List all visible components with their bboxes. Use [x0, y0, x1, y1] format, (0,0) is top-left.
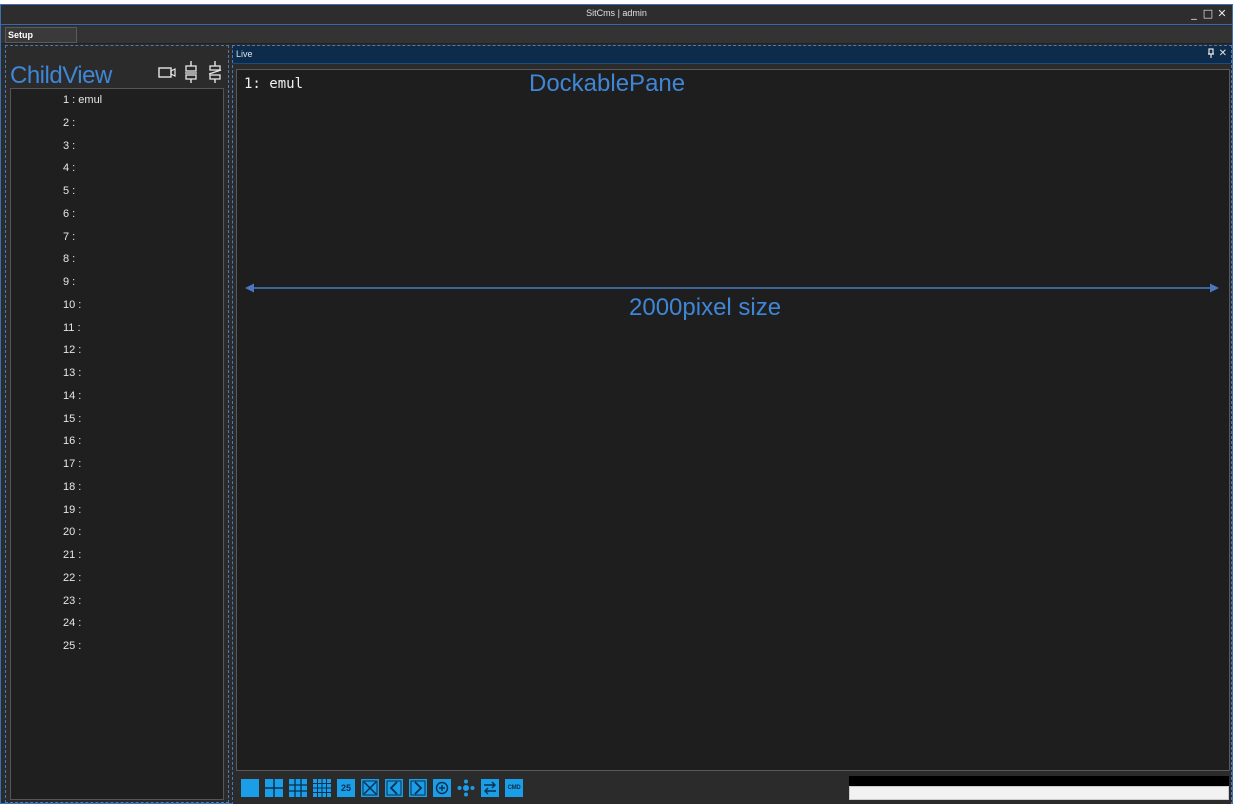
status-bar-top [849, 776, 1229, 786]
pane-header[interactable]: Live ✕ [233, 46, 1231, 64]
list-item[interactable]: 16 : [11, 430, 223, 452]
pin-icon[interactable] [1207, 48, 1215, 62]
pane-title: Live [236, 49, 253, 59]
layout-9-icon[interactable] [289, 779, 307, 797]
list-item[interactable]: 9 : [11, 271, 223, 293]
menu-bar: Setup [1, 26, 1232, 44]
list-item[interactable]: 19 : [11, 499, 223, 521]
layout-1-icon[interactable] [241, 779, 259, 797]
list-item[interactable]: 24 : [11, 612, 223, 634]
bottom-toolbar: 25 CMD [236, 773, 1230, 803]
switch-icon[interactable] [481, 779, 499, 797]
dockablepane-annotation: DockablePane [529, 70, 686, 97]
prev-icon[interactable] [385, 779, 403, 797]
list-item[interactable]: 6 : [11, 203, 223, 225]
list-item[interactable]: 2 : [11, 112, 223, 134]
close-button[interactable]: ✕ [1216, 6, 1228, 22]
maximize-button[interactable]: □ [1202, 6, 1214, 22]
list-item[interactable]: 5 : [11, 180, 223, 202]
layout-4-icon[interactable] [265, 779, 283, 797]
size-annotation: 2000pixel size [629, 294, 782, 321]
list-item[interactable]: 22 : [11, 567, 223, 589]
list-item[interactable]: 7 : [11, 226, 223, 248]
layout-25-icon[interactable]: 25 [337, 779, 355, 797]
minimize-button[interactable]: _ [1188, 6, 1200, 22]
list-item[interactable]: 3 : [11, 135, 223, 157]
list-item[interactable]: 12 : [11, 339, 223, 361]
add-icon[interactable] [433, 779, 451, 797]
camera-icon[interactable] [158, 61, 176, 83]
list-item[interactable]: 8 : [11, 248, 223, 270]
menu-setup[interactable]: Setup [5, 27, 77, 43]
list-item[interactable]: 4 : [11, 157, 223, 179]
list-item[interactable]: 13 : [11, 362, 223, 384]
channel-list[interactable]: 1 : emul 2 :3 :4 :5 :6 :7 :8 :9 :10 :11 :… [10, 88, 224, 800]
channel-label: 1: emul [244, 76, 304, 92]
list-item[interactable]: 17 : [11, 453, 223, 475]
list-item[interactable]: 21 : [11, 544, 223, 566]
connector-icon[interactable] [182, 61, 200, 83]
pane-close-button[interactable]: ✕ [1219, 48, 1227, 60]
list-item[interactable]: 18 : [11, 476, 223, 498]
ptz-icon[interactable] [457, 779, 475, 797]
disconnect-icon[interactable] [206, 61, 224, 83]
cmd-icon[interactable]: CMD [505, 779, 523, 797]
list-item[interactable]: 14 : [11, 385, 223, 407]
childview-toolbar [158, 61, 224, 83]
width-arrow-icon [245, 283, 1219, 293]
childview-annotation: ChildView [10, 62, 112, 89]
list-item[interactable]: 11 : [11, 317, 223, 339]
cmd-label: CMD [507, 785, 521, 791]
status-bar-bottom [849, 786, 1229, 800]
child-view: ChildView 1 : emul 2 :3 :4 :5 :6 :7 :8 :9… [5, 45, 229, 803]
fullscreen-icon[interactable] [361, 779, 379, 797]
list-item[interactable]: 15 : [11, 408, 223, 430]
layout-25-label: 25 [340, 783, 351, 793]
window-controls: _ □ ✕ [1188, 6, 1228, 22]
window-title: SitCms | admin [586, 8, 647, 18]
list-item[interactable]: 20 : [11, 521, 223, 543]
app-window: SitCms | admin _ □ ✕ Setup ChildView 1 :… [0, 4, 1233, 804]
list-item[interactable]: 1 : emul [11, 89, 223, 111]
list-item[interactable]: 25 : [11, 635, 223, 657]
live-view[interactable]: 1: emul DockablePane 2000pixel size [236, 69, 1230, 771]
layout-16-icon[interactable] [313, 779, 331, 797]
dockable-pane: Live ✕ 1: emul DockablePane 2000pixel si… [232, 45, 1232, 804]
list-item[interactable]: 10 : [11, 294, 223, 316]
next-icon[interactable] [409, 779, 427, 797]
list-item[interactable]: 23 : [11, 590, 223, 612]
title-bar[interactable]: SitCms | admin _ □ ✕ [1, 5, 1232, 25]
